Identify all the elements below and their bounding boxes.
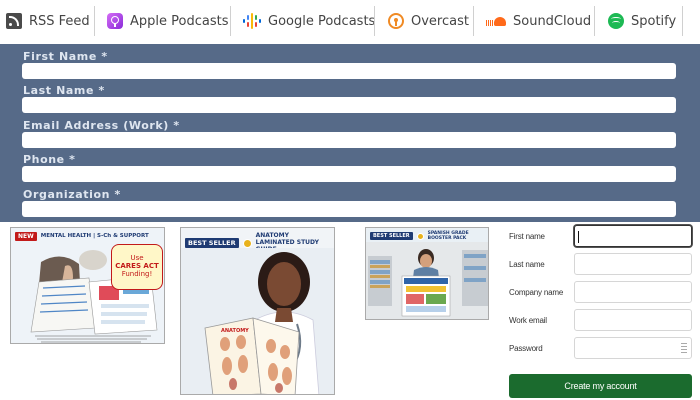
work-email-label: Work email <box>509 316 547 325</box>
google-podcasts-label: Google Podcasts <box>268 13 376 29</box>
create-account-button[interactable]: Create my account <box>509 374 692 398</box>
spanish-pack-illustration <box>366 242 488 319</box>
divider <box>682 6 683 36</box>
last-name-input[interactable] <box>22 97 676 113</box>
spotify-link[interactable]: Spotify <box>608 6 676 36</box>
apple-podcasts-link[interactable]: Apple Podcasts <box>107 6 228 36</box>
product-header: BEST SELLER SPANISH GRADE BOOSTER PACK <box>370 231 482 241</box>
signup-form: First name Last name Company name Work e… <box>500 222 700 400</box>
password-manager-icon[interactable] <box>681 343 687 354</box>
soundcloud-icon <box>486 16 506 26</box>
work-email-label: Email Address (Work) * <box>23 119 180 132</box>
organization-label: Organization * <box>23 188 121 201</box>
last-name-label: Last name <box>509 260 545 269</box>
rss-feed-link[interactable]: RSS Feed <box>6 6 90 36</box>
apple-podcasts-label: Apple Podcasts <box>130 13 229 29</box>
google-podcasts-link[interactable]: Google Podcasts <box>243 6 375 36</box>
last-name-input[interactable] <box>574 253 692 275</box>
product-header: NEW MENTAL HEALTH | S-Ch & SUPPORT <box>15 232 149 241</box>
overcast-icon <box>388 13 404 29</box>
password-label: Password <box>509 344 543 353</box>
product-title: MENTAL HEALTH | S-Ch & SUPPORT <box>40 233 149 240</box>
product-title: SPANISH GRADE BOOSTER PACK <box>427 231 469 242</box>
product-image-anatomy-guide[interactable]: BEST SELLER ANATOMY LAMINATED STUDY GUID… <box>180 227 335 395</box>
rss-feed-label: RSS Feed <box>29 13 90 29</box>
sticker-line: Funding! <box>121 269 153 278</box>
star-icon <box>242 238 252 248</box>
podcast-links-bar: RSS Feed Apple Podcasts Google Podcasts … <box>0 0 700 44</box>
company-name-input[interactable] <box>574 281 692 303</box>
first-name-label: First name <box>509 232 545 241</box>
soundcloud-link[interactable]: SoundCloud <box>486 6 591 36</box>
work-email-input[interactable] <box>574 309 692 331</box>
first-name-input[interactable] <box>22 63 676 79</box>
first-name-label: First Name * <box>23 50 108 63</box>
first-name-input[interactable] <box>574 225 692 247</box>
apple-podcasts-icon <box>107 13 123 29</box>
cares-act-sticker: Use CARES ACT Funding! <box>111 244 163 290</box>
work-email-input[interactable] <box>22 132 676 148</box>
soundcloud-label: SoundCloud <box>513 13 592 29</box>
divider <box>374 6 375 36</box>
rss-icon <box>6 13 22 29</box>
phone-label: Phone * <box>23 153 76 166</box>
best-seller-badge: BEST SELLER <box>185 238 239 249</box>
svg-text:ANATOMY: ANATOMY <box>221 328 249 334</box>
lead-form: First Name * Last Name * Email Address (… <box>0 44 700 222</box>
company-name-label: Company name <box>509 288 564 297</box>
last-name-label: Last Name * <box>23 84 105 97</box>
star-icon <box>416 232 424 240</box>
product-image-mental-health[interactable]: NEW MENTAL HEALTH | S-Ch & SUPPORT Use C… <box>10 227 165 344</box>
divider <box>94 6 95 36</box>
overcast-label: Overcast <box>411 13 469 29</box>
divider <box>594 6 595 36</box>
password-input[interactable] <box>574 337 692 359</box>
overcast-link[interactable]: Overcast <box>388 6 469 36</box>
new-badge: NEW <box>15 232 37 241</box>
spotify-label: Spotify <box>631 13 677 29</box>
divider <box>230 6 231 36</box>
product-image-spanish-pack[interactable]: BEST SELLER SPANISH GRADE BOOSTER PACK <box>365 227 489 320</box>
organization-input[interactable] <box>22 201 676 217</box>
anatomy-guide-illustration: ANATOMY <box>181 248 334 394</box>
google-podcasts-icon <box>243 13 261 29</box>
spotify-icon <box>608 13 624 29</box>
best-seller-badge: BEST SELLER <box>370 232 413 241</box>
divider <box>473 6 474 36</box>
phone-input[interactable] <box>22 166 676 182</box>
